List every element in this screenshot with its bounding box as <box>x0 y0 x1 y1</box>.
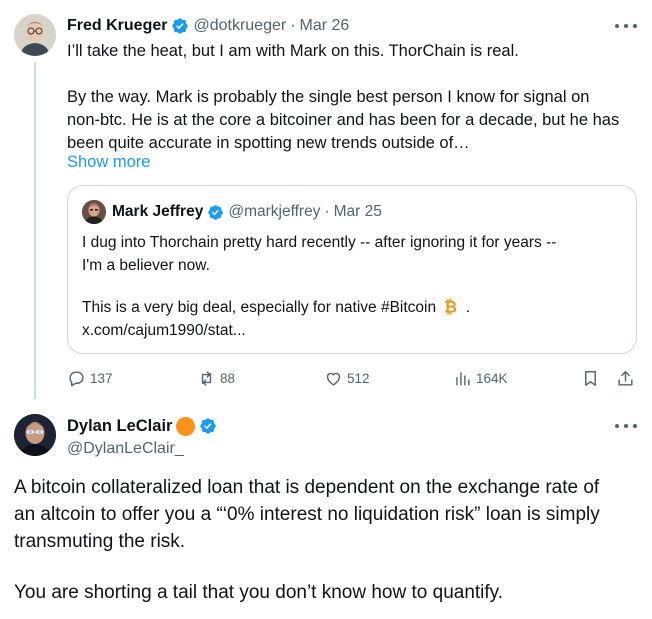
repost-icon <box>201 370 212 386</box>
quote-handle: @markjeffrey <box>228 203 321 220</box>
tweet2-line: an altcoin to offer you a “‘0% interest … <box>14 504 600 525</box>
quote-header: Mark Jeffrey @markjeffrey · Mar 25 <box>82 200 382 224</box>
reply-count: 137 <box>90 370 113 386</box>
bitcoin-emoji-icon: ₿ <box>444 298 457 315</box>
more-icon[interactable] <box>615 422 637 430</box>
avatar-mark-jeffrey <box>82 200 106 224</box>
svg-text:₿: ₿ <box>444 298 457 315</box>
tweet1-action-bar: 137 88 512 164K <box>67 367 637 389</box>
tweet1-header: Fred Krueger @dotkrueger · Mar 26 <box>67 14 349 38</box>
quoted-tweet-card[interactable]: Mark Jeffrey @markjeffrey · Mar 25 I dug… <box>67 185 637 354</box>
quote-line: I dug into Thorchain pretty hard recentl… <box>82 234 557 251</box>
repost-button[interactable]: 88 <box>197 367 235 389</box>
share-icon <box>618 370 633 386</box>
verified-badge-icon <box>208 204 224 220</box>
tweet2-text: A bitcoin collateralized loan that is de… <box>14 474 639 606</box>
quote-link[interactable]: x.com/cajum1990/stat... <box>82 319 622 342</box>
tweet1-text: I’ll take the heat, but I am with Mark o… <box>67 40 641 155</box>
orange-circle-emoji-icon <box>176 416 196 436</box>
verified-badge-icon <box>200 418 217 434</box>
tweet1-line: non-btc. He is at the core a bitcoiner a… <box>67 111 620 129</box>
quote-line-text: This is a very big deal, especially for … <box>82 299 437 316</box>
quote-author-name[interactable]: Mark Jeffrey <box>112 203 203 221</box>
tweet1-line: I’ll take the heat, but I am with Mark o… <box>67 42 519 60</box>
tweet2-header: Dylan LeClair <box>67 414 217 438</box>
bookmark-icon <box>585 370 596 386</box>
tweet1-date[interactable]: Mar 26 <box>300 17 350 35</box>
quote-line-end: . <box>465 299 471 316</box>
tweet2-line: transmuting the risk. <box>14 531 186 552</box>
thread-connector-line <box>34 62 36 399</box>
repost-count: 88 <box>220 370 236 386</box>
separator: · <box>324 203 330 220</box>
reply-icon <box>69 370 84 386</box>
avatar-dylan-leclair[interactable] <box>14 414 56 456</box>
tweet2-handle[interactable]: @DylanLeClair_ <box>67 438 184 460</box>
views-count: 164K <box>476 370 508 386</box>
avatar-fred-krueger[interactable] <box>14 14 56 56</box>
tweet1-handle[interactable]: @dotkrueger <box>193 17 286 35</box>
separator: · <box>290 17 296 34</box>
quote-line: This is a very big deal, especially for … <box>82 296 622 319</box>
tweet1-line: been quite accurate in spotting new tren… <box>67 134 470 152</box>
views-icon <box>456 371 470 386</box>
tweet2-author-name[interactable]: Dylan LeClair <box>67 417 172 436</box>
like-icon <box>326 372 341 386</box>
reply-button[interactable]: 137 <box>67 367 113 389</box>
tweet2-line: You are shorting a tail that you don’t k… <box>14 582 504 603</box>
views-button[interactable]: 164K <box>453 367 508 389</box>
quote-line: I'm a believer now. <box>82 257 210 274</box>
tweet-thread: Fred Krueger @dotkrueger · Mar 26 I’ll t… <box>0 0 652 619</box>
show-more-link[interactable]: Show more <box>67 151 150 174</box>
tweet1-line: By the way. Mark is probably the single … <box>67 88 590 106</box>
verified-badge-icon <box>172 18 189 34</box>
quote-date: Mar 25 <box>333 203 382 220</box>
more-icon[interactable] <box>615 22 637 30</box>
tweet1-author-name[interactable]: Fred Krueger <box>67 17 167 35</box>
bookmark-button[interactable] <box>581 367 604 389</box>
share-button[interactable] <box>616 367 639 389</box>
like-button[interactable]: 512 <box>324 367 370 389</box>
quote-text: I dug into Thorchain pretty hard recentl… <box>82 231 622 342</box>
tweet2-line: A bitcoin collateralized loan that is de… <box>14 477 600 498</box>
like-count: 512 <box>347 370 370 386</box>
